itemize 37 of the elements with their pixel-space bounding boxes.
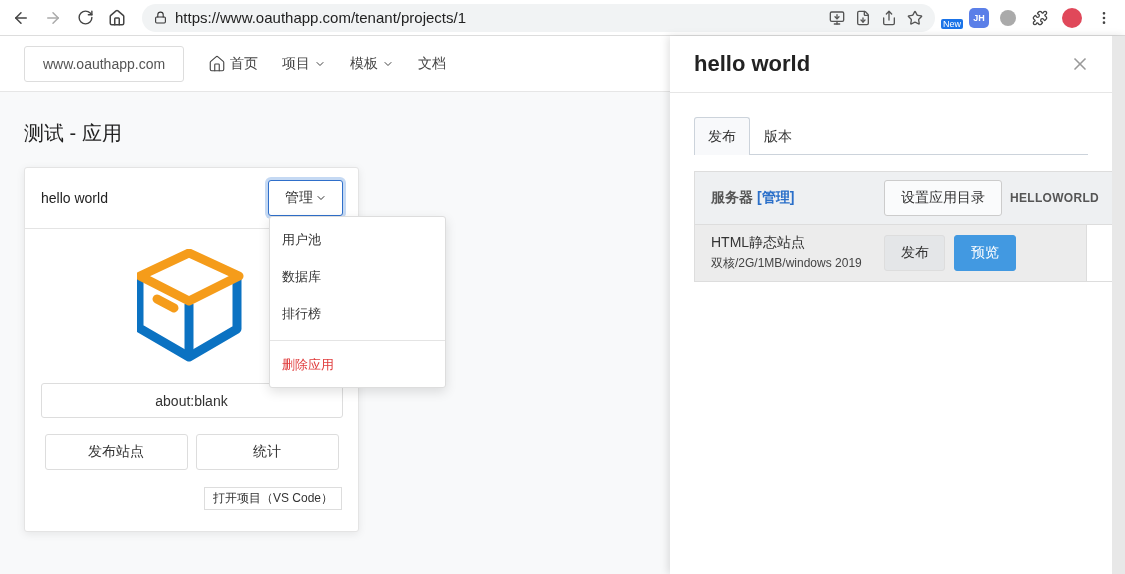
tab[interactable]: 发布 [694, 117, 750, 155]
publish-button[interactable]: 发布 [884, 235, 945, 271]
lock-icon [154, 11, 167, 24]
menu-item[interactable]: 删除应用 [270, 346, 445, 383]
nav-link[interactable]: 文档 [418, 54, 446, 73]
set-directory-button[interactable]: 设置应用目录 [884, 180, 1002, 216]
star-icon[interactable] [907, 9, 923, 26]
address-bar[interactable]: https://www.oauthapp.com/tenant/projects/1 [142, 3, 935, 32]
brand-link[interactable]: www.oauthapp.com [24, 45, 184, 82]
app-name: hello world [41, 190, 108, 206]
menu-item[interactable]: 排行榜 [270, 295, 445, 332]
manage-link[interactable]: [管理] [757, 189, 795, 207]
site-name: HTML静态站点 [711, 234, 807, 252]
card-button[interactable]: 统计 [195, 434, 339, 470]
avatar-icon[interactable] [1061, 6, 1083, 29]
server-name: HELLOWORLD [1010, 191, 1099, 205]
install-icon[interactable] [829, 9, 845, 26]
site-spec: 双核/2G/1MB/windows 2019 [711, 255, 863, 272]
scrollbar[interactable] [1112, 36, 1125, 574]
open-project-button[interactable]: 打开项目（VS Code） [203, 487, 342, 510]
card-button[interactable]: 发布站点 [44, 434, 188, 470]
page-title: 测试 - 应用 [24, 121, 122, 146]
tab[interactable]: 版本 [750, 117, 806, 155]
extension-icon[interactable]: JH [969, 7, 989, 28]
column-header: 服务器 [711, 189, 753, 207]
menu-item[interactable]: 数据库 [270, 258, 445, 295]
home-icon [208, 54, 226, 73]
manage-button[interactable]: 管理 [268, 180, 343, 216]
nav-link[interactable]: 模板 [350, 54, 394, 73]
url-text: https://www.oauthapp.com/tenant/projects/1 [175, 9, 466, 26]
extension-badge[interactable]: New [941, 18, 963, 29]
document-icon[interactable] [855, 9, 871, 26]
nav-link[interactable]: 项目 [282, 54, 326, 73]
share-icon[interactable] [881, 9, 897, 26]
nav-link[interactable]: 首页 [208, 54, 258, 73]
menu-item[interactable]: 用户池 [270, 221, 445, 258]
drawer-title: hello world [694, 51, 811, 77]
